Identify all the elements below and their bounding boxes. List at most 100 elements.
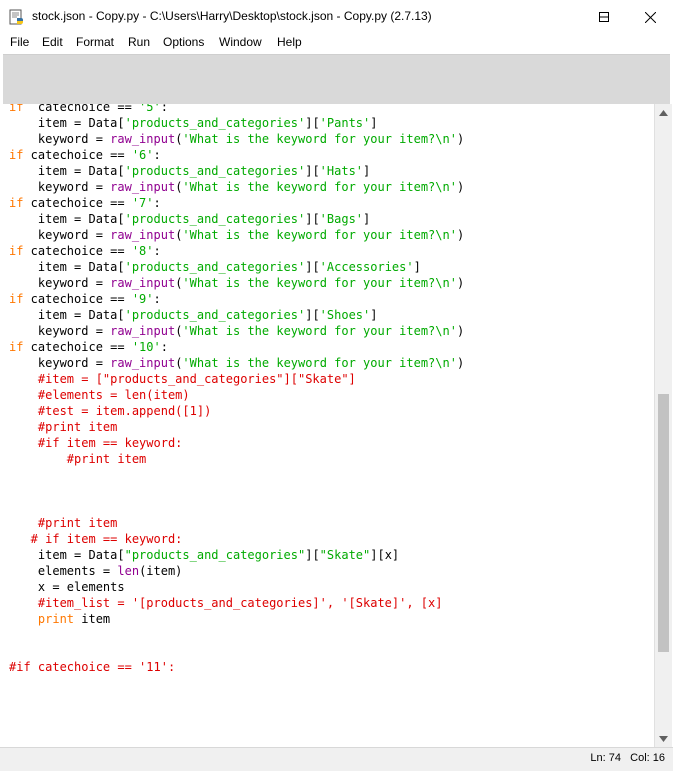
code-token: raw_input: [110, 356, 176, 370]
code-token: '8': [131, 244, 154, 258]
cursor-position: Ln: 74 Col: 16: [590, 752, 665, 764]
code-token: '6': [131, 148, 154, 162]
code-token: keyword =: [9, 180, 111, 194]
code-line[interactable]: #item_list = '[products_and_categories]'…: [9, 595, 464, 611]
code-text[interactable]: if catechoice == '5': item = Data['produ…: [9, 104, 464, 675]
code-line[interactable]: keyword = raw_input('What is the keyword…: [9, 323, 464, 339]
code-line[interactable]: [9, 499, 464, 515]
scroll-up-button[interactable]: [655, 104, 672, 121]
code-line[interactable]: #print item: [9, 451, 464, 467]
code-line[interactable]: if catechoice == '10':: [9, 339, 464, 355]
code-token: 'What is the keyword for your item?\n': [182, 180, 457, 194]
code-token: #item = ["products_and_categories"]["Ska…: [9, 372, 356, 386]
code-token: #item_list = '[products_and_categories]'…: [9, 596, 443, 610]
code-token: item = Data[: [9, 260, 125, 274]
code-token: 'What is the keyword for your item?\n': [182, 276, 457, 290]
code-token: catechoice ==: [23, 104, 140, 114]
code-token: x = elements: [9, 580, 125, 594]
code-token: 'What is the keyword for your item?\n': [182, 132, 457, 146]
code-token: #if item == keyword:: [9, 436, 183, 450]
code-line[interactable]: print item: [9, 611, 464, 627]
code-line[interactable]: item = Data['products_and_categories']['…: [9, 115, 464, 131]
code-line[interactable]: #elements = len(item): [9, 387, 464, 403]
code-line[interactable]: keyword = raw_input('What is the keyword…: [9, 355, 464, 371]
code-token: catechoice ==: [23, 148, 132, 162]
code-line[interactable]: #item = ["products_and_categories"]["Ska…: [9, 371, 464, 387]
code-token: catechoice ==: [23, 292, 132, 306]
code-token: ): [456, 324, 465, 338]
code-line[interactable]: item = Data['products_and_categories']['…: [9, 259, 464, 275]
code-token: '10': [131, 340, 161, 354]
code-line[interactable]: if catechoice == '5':: [9, 104, 464, 115]
minimize-button-alt[interactable]: [535, 0, 581, 34]
code-line[interactable]: keyword = raw_input('What is the keyword…: [9, 275, 464, 291]
menu-edit[interactable]: Edit: [40, 35, 65, 49]
code-token: if: [9, 148, 24, 162]
code-token: ): [456, 132, 465, 146]
code-line[interactable]: item = Data['products_and_categories']['…: [9, 211, 464, 227]
code-line[interactable]: item = Data["products_and_categories"]["…: [9, 547, 464, 563]
line-number: Ln: 74: [590, 752, 621, 764]
code-token: 'What is the keyword for your item?\n': [182, 228, 457, 242]
close-button[interactable]: [627, 0, 673, 34]
scroll-up-arrow-icon: [659, 109, 668, 116]
code-line[interactable]: #test = item.append([1]): [9, 403, 464, 419]
code-line[interactable]: if catechoice == '6':: [9, 147, 464, 163]
toolbar-area: [3, 54, 670, 105]
code-token: ][: [305, 548, 320, 562]
code-line[interactable]: #if item == keyword:: [9, 435, 464, 451]
code-token: 'Accessories': [319, 260, 414, 274]
code-line[interactable]: elements = len(item): [9, 563, 464, 579]
vertical-scrollbar[interactable]: [654, 104, 672, 747]
code-token: '9': [131, 292, 154, 306]
code-token: 'products_and_categories': [124, 308, 306, 322]
code-token: catechoice ==: [23, 196, 132, 210]
menu-format[interactable]: Format: [74, 35, 116, 49]
scrollbar-thumb[interactable]: [658, 394, 669, 652]
code-token: ): [456, 180, 465, 194]
code-line[interactable]: [9, 467, 464, 483]
code-line[interactable]: item = Data['products_and_categories']['…: [9, 307, 464, 323]
menu-help[interactable]: Help: [275, 35, 304, 49]
code-line[interactable]: [9, 627, 464, 643]
code-line[interactable]: #if catechoice == '11':: [9, 659, 464, 675]
menu-file[interactable]: File: [8, 35, 31, 49]
code-token: ): [456, 356, 465, 370]
code-line[interactable]: [9, 643, 464, 659]
code-line[interactable]: if catechoice == '7':: [9, 195, 464, 211]
code-token: :: [153, 148, 161, 162]
code-line[interactable]: #print item: [9, 515, 464, 531]
code-line[interactable]: if catechoice == '8':: [9, 243, 464, 259]
code-token: :: [153, 196, 161, 210]
menu-options[interactable]: Options: [161, 35, 206, 49]
code-editor[interactable]: if catechoice == '5': item = Data['produ…: [3, 104, 654, 747]
code-token: 'Pants': [319, 116, 371, 130]
menu-window[interactable]: Window: [217, 35, 264, 49]
code-token: keyword =: [9, 228, 111, 242]
code-token: catechoice ==: [23, 244, 132, 258]
code-token: #print item: [9, 516, 118, 530]
code-token: ): [456, 228, 465, 242]
scroll-down-arrow-icon: [659, 735, 668, 742]
code-line[interactable]: if catechoice == '9':: [9, 291, 464, 307]
maximize-button[interactable]: [581, 0, 627, 34]
code-line[interactable]: keyword = raw_input('What is the keyword…: [9, 227, 464, 243]
menu-run[interactable]: Run: [126, 35, 152, 49]
code-token: ]: [363, 212, 371, 226]
code-token: catechoice ==: [23, 340, 132, 354]
code-token: :: [160, 340, 168, 354]
code-line[interactable]: keyword = raw_input('What is the keyword…: [9, 131, 464, 147]
code-line[interactable]: # if item == keyword:: [9, 531, 464, 547]
code-token: raw_input: [110, 324, 176, 338]
code-line[interactable]: keyword = raw_input('What is the keyword…: [9, 179, 464, 195]
code-token: keyword =: [9, 324, 111, 338]
code-token: item = Data[: [9, 116, 125, 130]
code-line[interactable]: [9, 483, 464, 499]
code-line[interactable]: item = Data['products_and_categories']['…: [9, 163, 464, 179]
code-line[interactable]: #print item: [9, 419, 464, 435]
scroll-down-button[interactable]: [655, 730, 672, 747]
close-icon: [644, 11, 656, 23]
code-token: 'products_and_categories': [124, 212, 306, 226]
code-token: :: [153, 244, 161, 258]
code-line[interactable]: x = elements: [9, 579, 464, 595]
